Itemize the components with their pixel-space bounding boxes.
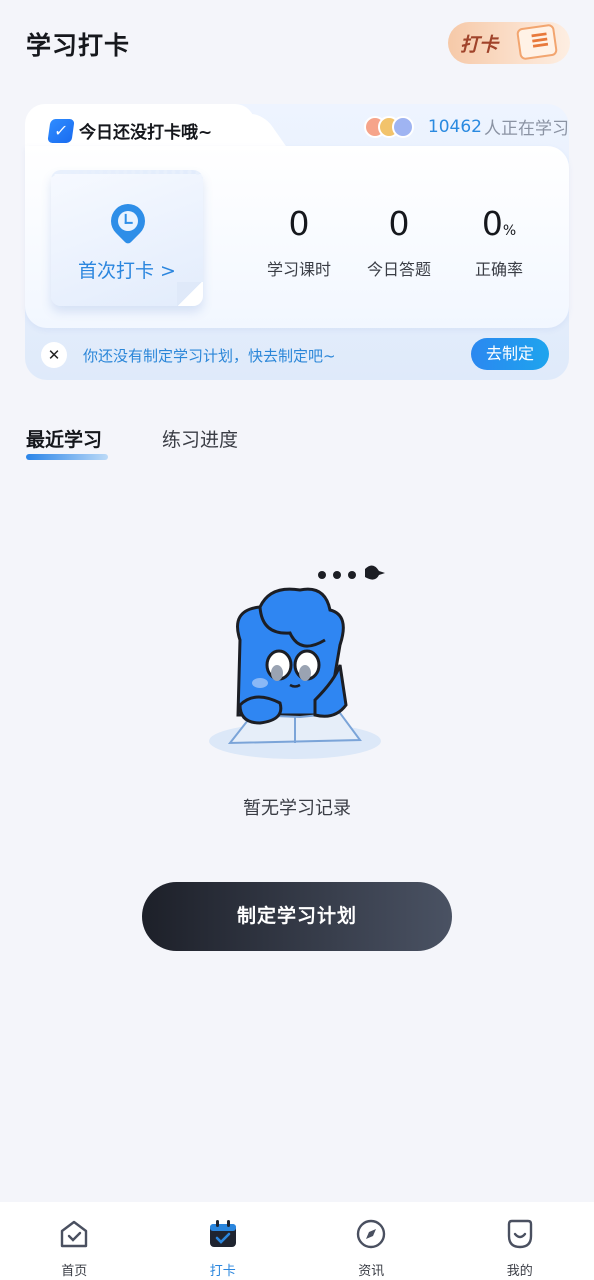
avatar-group	[363, 115, 414, 138]
stat-label: 正确率	[474, 260, 523, 279]
nav-label: 打卡	[209, 1264, 236, 1279]
stats-row: 0 学习课时 0 今日答题 0% 正确率	[249, 202, 549, 280]
checkin-card: ✓ 今日还没打卡哦~ 10462 人正在学习 首次打卡 > 0 学习课时 0 今…	[25, 104, 569, 380]
today-status: ✓ 今日还没打卡哦~	[47, 118, 213, 143]
make-plan-button[interactable]: 去制定	[471, 338, 549, 370]
empty-state-mascot-illustration	[209, 565, 385, 759]
stat-lesson-hours: 0 学习课时	[249, 202, 349, 280]
first-checkin-button[interactable]: 首次打卡 >	[51, 170, 203, 306]
home-icon	[61, 1220, 88, 1248]
bottom-navigation: 首页 打卡 资讯 我的	[0, 1202, 594, 1280]
stat-today-answers: 0 今日答题	[349, 202, 449, 280]
nav-label: 我的	[506, 1264, 533, 1279]
plan-reminder-text: 你还没有制定学习计划，快去制定吧~	[83, 347, 336, 365]
stat-value: 0	[388, 204, 410, 243]
profile-icon	[507, 1219, 532, 1249]
tab-practice-progress[interactable]: 练习进度	[162, 425, 238, 452]
stat-value: 0	[288, 204, 310, 243]
nav-checkin[interactable]: 打卡	[149, 1202, 298, 1280]
badge-label: 打卡	[460, 34, 499, 56]
close-icon[interactable]: ✕	[41, 342, 67, 368]
compass-icon	[357, 1219, 386, 1249]
stat-unit: %	[502, 223, 517, 239]
page-title: 学习打卡	[26, 31, 131, 60]
nav-label: 首页	[61, 1264, 88, 1279]
learners-suffix: 人正在学习	[484, 119, 569, 139]
clock-pin-icon	[103, 196, 153, 246]
stat-accuracy: 0% 正确率	[449, 202, 549, 280]
create-study-plan-button[interactable]: 制定学习计划	[142, 882, 452, 951]
nav-profile[interactable]: 我的	[446, 1202, 594, 1280]
stat-label: 今日答题	[366, 260, 431, 279]
active-tab-indicator	[26, 454, 108, 460]
nav-news[interactable]: 资讯	[297, 1202, 446, 1280]
checkin-badge-logo[interactable]: 打卡	[448, 22, 570, 64]
tab-recent-study[interactable]: 最近学习	[26, 425, 102, 452]
nav-label: 资讯	[358, 1264, 385, 1279]
plan-reminder-bar: ✕ 你还没有制定学习计划，快去制定吧~ 去制定	[25, 334, 569, 380]
checkmark-icon: ✓	[47, 118, 75, 143]
learners-count: 10462	[427, 116, 482, 137]
empty-state-message: 暂无学习记录	[243, 798, 351, 819]
calendar-check-icon	[209, 1220, 236, 1247]
learners-counter: 10462 人正在学习	[363, 114, 569, 139]
calendar-icon	[515, 23, 559, 61]
stat-label: 学习课时	[266, 260, 331, 279]
first-checkin-label: 首次打卡 >	[78, 260, 176, 282]
nav-home[interactable]: 首页	[0, 1202, 149, 1280]
stat-value: 0	[481, 204, 503, 243]
today-status-text: 今日还没打卡哦~	[79, 123, 213, 143]
avatar	[391, 115, 414, 138]
